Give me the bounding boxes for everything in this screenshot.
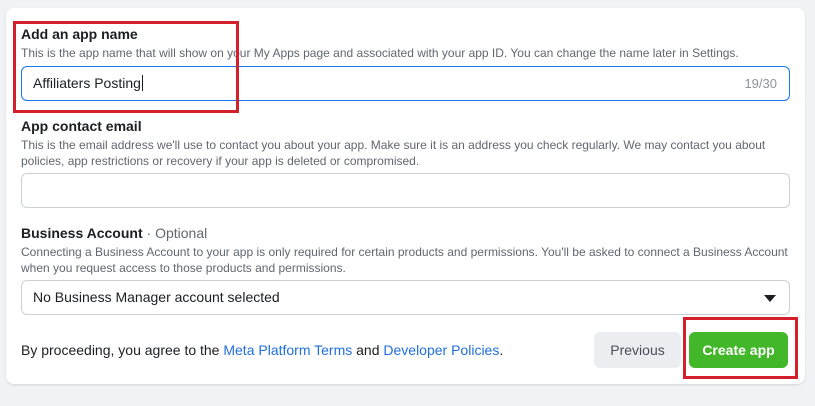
business-account-help: Connecting a Business Account to your ap… [21,245,788,275]
business-account-label: Business Account · Optional [21,225,208,241]
contact-email-help: This is the email address we'll use to c… [21,138,766,168]
business-account-section: Business Account · Optional Connecting a… [21,225,790,276]
app-name-section: Add an app name This is the app name tha… [21,26,790,61]
business-account-selected: No Business Manager account selected [33,289,280,305]
caret-down-icon [764,295,776,302]
app-name-help: This is the app name that will show on y… [21,46,739,60]
terms-notice: By proceeding, you agree to the Meta Pla… [21,342,504,358]
app-name-input[interactable]: Affiliaters Posting 19/30 [21,66,790,101]
app-name-label: Add an app name [21,26,138,42]
create-app-button[interactable]: Create app [689,332,788,368]
app-name-value: Affiliaters Posting [33,75,143,91]
contact-email-section: App contact email This is the email addr… [21,118,790,169]
previous-button[interactable]: Previous [594,332,681,368]
business-account-select[interactable]: No Business Manager account selected [21,280,790,315]
optional-tag: · Optional [142,225,208,241]
contact-email-input[interactable] [21,173,790,208]
text-caret [141,75,143,91]
meta-platform-terms-link[interactable]: Meta Platform Terms [223,342,352,358]
developer-policies-link[interactable]: Developer Policies [383,342,499,358]
character-counter: 19/30 [744,76,777,91]
contact-email-label: App contact email [21,118,142,134]
create-app-card: Add an app name This is the app name tha… [6,8,805,384]
